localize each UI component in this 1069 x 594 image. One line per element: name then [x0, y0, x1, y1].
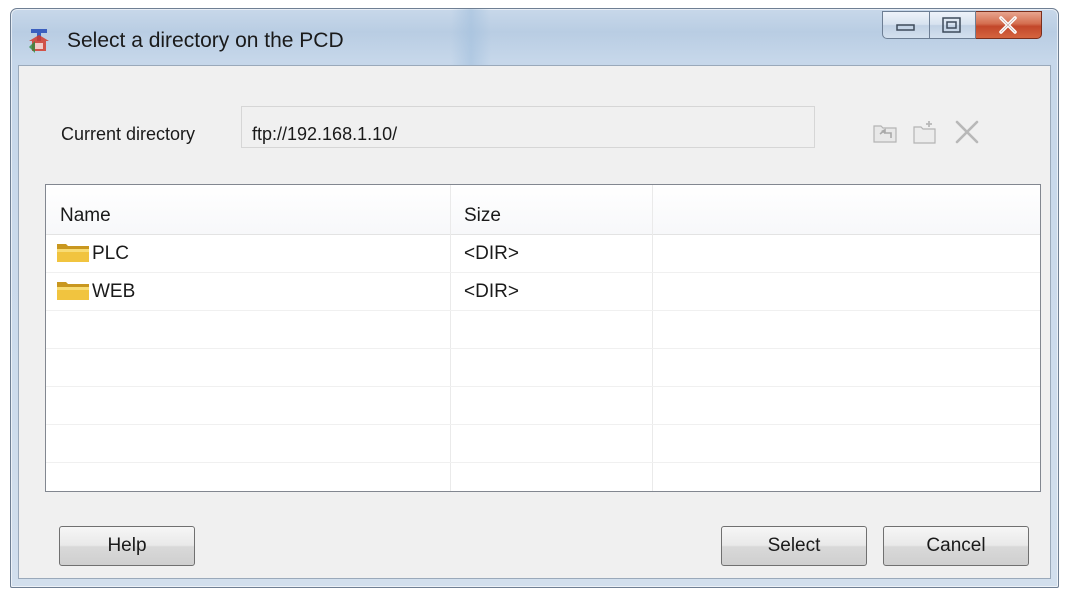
app-icon — [29, 29, 49, 53]
list-header: Name Size — [46, 185, 1040, 235]
folder-icon — [57, 243, 89, 262]
title-bar[interactable]: Select a directory on the PCD — [11, 9, 1058, 67]
new-folder-icon[interactable] — [911, 118, 939, 146]
current-directory-label: Current directory — [61, 124, 196, 144]
folder-icon — [57, 281, 89, 300]
close-button[interactable] — [976, 11, 1042, 39]
maximize-button[interactable] — [930, 11, 976, 39]
minimize-button[interactable] — [882, 11, 930, 39]
cancel-button[interactable]: Cancel — [883, 526, 1029, 566]
list-item-name: WEB — [92, 281, 136, 302]
list-item-name: PLC — [92, 243, 129, 264]
column-header-size[interactable]: Size — [450, 185, 652, 234]
title-bar-glare — [451, 9, 491, 67]
list-item[interactable]: PLC <DIR> — [46, 235, 1040, 273]
close-icon — [999, 16, 1017, 34]
empty-row — [46, 311, 1040, 349]
dialog-content: Current directory ftp://192.168.1.10/ Na… — [18, 65, 1051, 579]
window-title: Select a directory on the PCD — [67, 29, 344, 52]
list-item-size: <DIR> — [464, 243, 519, 264]
list-item[interactable]: WEB <DIR> — [46, 273, 1040, 311]
dialog-window: Select a directory on the PCD Current di… — [10, 8, 1059, 588]
directory-list[interactable]: Name Size PLC <DIR> WEB <DIR> — [45, 184, 1041, 492]
minimize-icon — [896, 24, 915, 31]
caption-buttons — [882, 11, 1042, 41]
current-directory-field: ftp://192.168.1.10/ — [241, 106, 815, 148]
column-header-name[interactable]: Name — [46, 185, 450, 234]
delete-icon[interactable] — [953, 118, 981, 146]
empty-row — [46, 387, 1040, 425]
restore-icon — [942, 17, 961, 33]
empty-row — [46, 425, 1040, 463]
empty-row — [46, 349, 1040, 387]
parent-directory-icon[interactable] — [871, 118, 899, 146]
column-header-empty[interactable] — [652, 185, 1040, 234]
list-item-size: <DIR> — [464, 281, 519, 302]
select-button[interactable]: Select — [721, 526, 867, 566]
help-button[interactable]: Help — [59, 526, 195, 566]
